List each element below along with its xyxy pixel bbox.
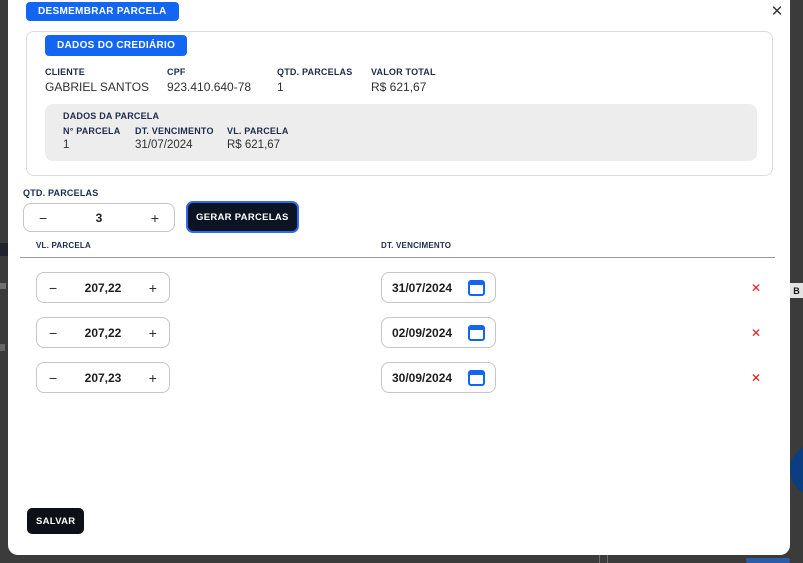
plus-button[interactable]: + (149, 371, 157, 385)
background-link-fragment (746, 558, 790, 563)
field-value: 1 (277, 80, 352, 94)
crediario-badge: DADOS DO CREDIÁRIO (45, 35, 187, 56)
installment-value[interactable]: 207,23 (85, 371, 122, 385)
background-text-fragment (0, 344, 5, 351)
header-divider (20, 257, 775, 258)
installment-value-stepper[interactable]: − 207,23 + (36, 362, 170, 393)
background-text-fragment (0, 283, 6, 289)
due-date-value: 30/09/2024 (392, 371, 452, 385)
background-cell-fragment: B (790, 283, 803, 298)
background-table-band (0, 243, 8, 256)
delete-row-button[interactable]: ✕ (748, 272, 764, 303)
field-value: R$ 621,67 (227, 139, 289, 151)
field-label: QTD. PARCELAS (277, 67, 352, 77)
installment-value-stepper[interactable]: − 207,22 + (36, 317, 170, 348)
qtd-stepper-value[interactable]: 3 (96, 211, 103, 225)
minus-button[interactable]: − (39, 211, 47, 225)
field-dt-vencimento: DT. VENCIMENTO 31/07/2024 (135, 126, 214, 151)
field-label: N° PARCELA (63, 126, 120, 136)
field-value: 31/07/2024 (135, 139, 214, 151)
installment-row: − 207,23 + 30/09/2024 ✕ (8, 362, 790, 393)
due-date-input[interactable]: 02/09/2024 (381, 317, 496, 348)
plus-button[interactable]: + (149, 326, 157, 340)
delete-row-button[interactable]: ✕ (748, 362, 764, 393)
plus-button[interactable]: + (149, 281, 157, 295)
minus-button[interactable]: − (49, 326, 57, 340)
due-date-input[interactable]: 31/07/2024 (381, 272, 496, 303)
field-value: 923.410.640-78 (167, 80, 251, 94)
parcela-panel-title: DADOS DA PARCELA (63, 111, 159, 121)
gerar-parcelas-button[interactable]: GERAR PARCELAS (186, 201, 299, 233)
installment-row: − 207,22 + 02/09/2024 ✕ (8, 317, 790, 348)
field-value: R$ 621,67 (371, 80, 436, 94)
installment-value-stepper[interactable]: − 207,22 + (36, 272, 170, 303)
minus-button[interactable]: − (49, 371, 57, 385)
installment-row: − 207,22 + 31/07/2024 ✕ (8, 272, 790, 303)
field-cliente: CLIENTE GABRIEL SANTOS (45, 67, 149, 94)
installment-value[interactable]: 207,22 (85, 326, 122, 340)
desmembrar-parcela-modal: DESMEMBRAR PARCELA ✕ DADOS DO CREDIÁRIO … (8, 0, 790, 555)
crediario-card: DADOS DO CREDIÁRIO CLIENTE GABRIEL SANTO… (26, 31, 773, 176)
field-vl-parcela: VL. PARCELA R$ 621,67 (227, 126, 289, 151)
field-label: VL. PARCELA (227, 126, 289, 136)
installments-header-vl-parcela: VL. PARCELA (36, 241, 91, 250)
installments-header-dt-vencimento: DT. VENCIMENTO (381, 241, 451, 250)
due-date-value: 02/09/2024 (392, 326, 452, 340)
field-value: 1 (63, 139, 120, 151)
due-date-input[interactable]: 30/09/2024 (381, 362, 496, 393)
calendar-icon[interactable] (468, 370, 485, 386)
background-fab-button (790, 444, 803, 496)
calendar-icon[interactable] (468, 325, 485, 341)
parcela-panel: DADOS DA PARCELA N° PARCELA 1 DT. VENCIM… (45, 104, 757, 161)
plus-button[interactable]: + (151, 211, 159, 225)
field-value: GABRIEL SANTOS (45, 80, 149, 94)
background-table-border (607, 555, 608, 563)
salvar-button[interactable]: SALVAR (27, 508, 84, 534)
field-valor-total: VALOR TOTAL R$ 621,67 (371, 67, 436, 94)
field-label: CPF (167, 67, 251, 77)
installment-value[interactable]: 207,22 (85, 281, 122, 295)
field-qtd-parcelas: QTD. PARCELAS 1 (277, 67, 352, 94)
field-cpf: CPF 923.410.640-78 (167, 67, 251, 94)
calendar-icon[interactable] (468, 280, 485, 296)
desmembrar-parcela-button[interactable]: DESMEMBRAR PARCELA (26, 2, 179, 21)
close-icon[interactable]: ✕ (768, 2, 786, 20)
field-n-parcela: N° PARCELA 1 (63, 126, 120, 151)
field-label: CLIENTE (45, 67, 149, 77)
due-date-value: 31/07/2024 (392, 281, 452, 295)
field-label: VALOR TOTAL (371, 67, 436, 77)
qtd-parcelas-stepper[interactable]: − 3 + (23, 203, 175, 232)
screen: B DESMEMBRAR PARCELA ✕ DADOS DO CREDIÁRI… (0, 0, 803, 563)
background-table-border (599, 555, 600, 563)
field-label: DT. VENCIMENTO (135, 126, 214, 136)
qtd-parcelas-label: QTD. PARCELAS (23, 188, 98, 198)
minus-button[interactable]: − (49, 281, 57, 295)
delete-row-button[interactable]: ✕ (748, 317, 764, 348)
